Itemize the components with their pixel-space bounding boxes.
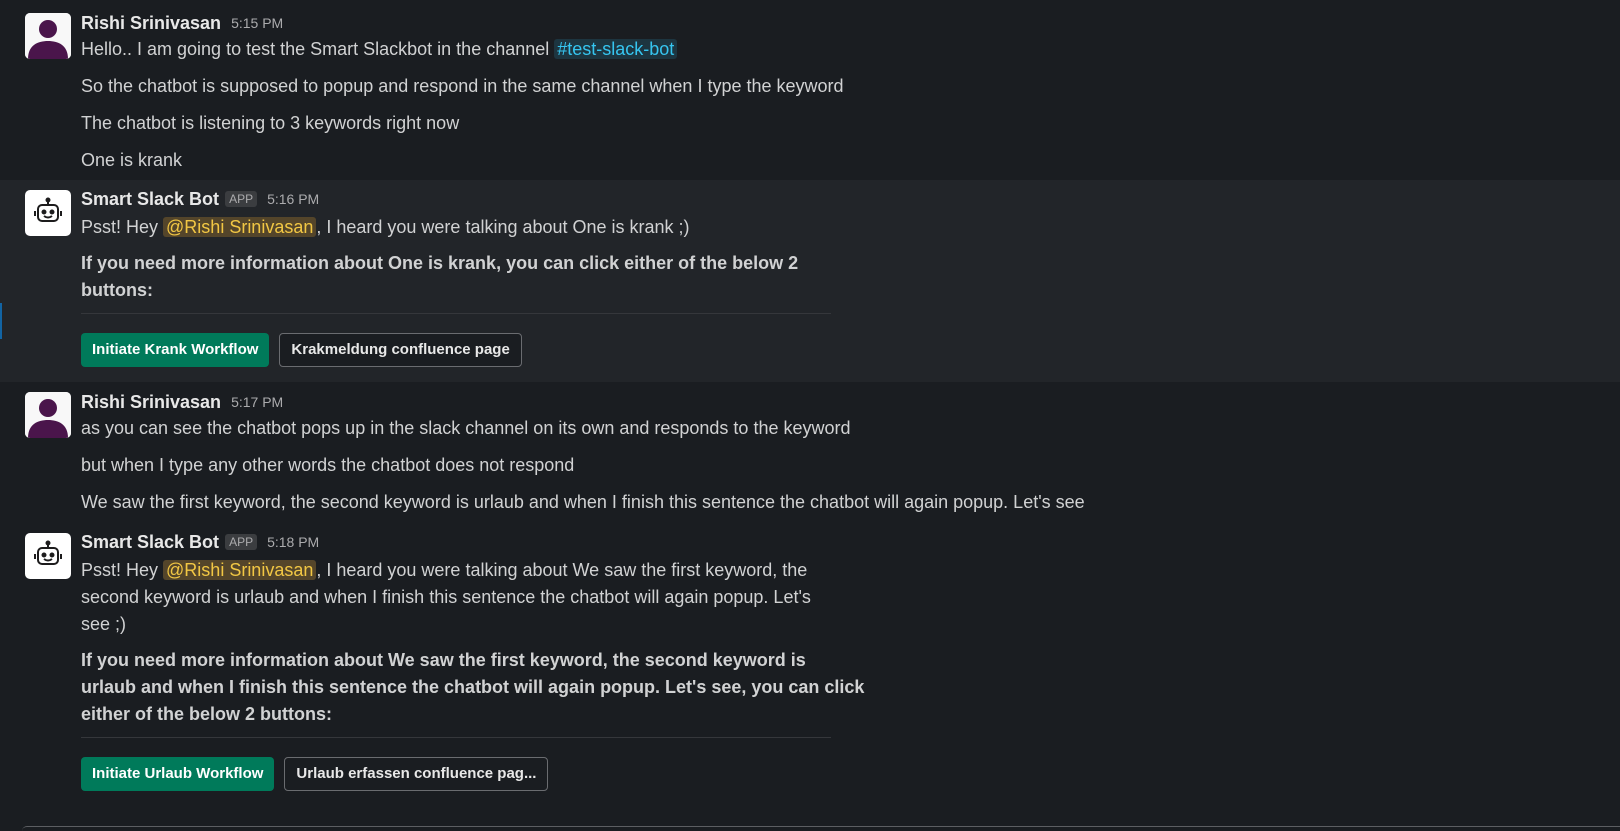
message-text: Psst! Hey: [81, 560, 164, 580]
message-line: One is krank: [81, 150, 183, 170]
message-rishi-2: Rishi Srinivasan 5:17 PM as you can see …: [0, 382, 1620, 518]
message-line: Hello.. I am going to test the Smart Sla…: [81, 36, 844, 62]
message-line: So the chatbot is supposed to popup and …: [81, 76, 844, 96]
message-line: but when I type any other words the chat…: [81, 455, 575, 475]
message-line: Psst! Hey @Rishi Srinivasan, I heard you…: [81, 214, 831, 240]
info-line: If you need more information about One i…: [81, 253, 799, 273]
initiate-urlaub-workflow-button[interactable]: Initiate Urlaub Workflow: [81, 757, 275, 791]
message-bot-2: Smart Slack Bot APP 5:18 PM Psst! Hey @R…: [0, 518, 1620, 818]
message-text: Hello.. I am going to test the Smart Sla…: [81, 39, 555, 59]
message-line: We saw the first keyword, the second key…: [81, 492, 1085, 512]
message-text: , I heard you were talking about One is …: [316, 217, 690, 237]
unread-marker: [0, 303, 2, 339]
message-line: The chatbot is listening to 3 keywords r…: [81, 113, 460, 133]
robot-icon[interactable]: [25, 533, 71, 579]
message-bot-1: Smart Slack Bot APP 5:16 PM Psst! Hey @R…: [0, 180, 1620, 382]
timestamp[interactable]: 5:17 PM: [231, 394, 283, 410]
message-text: , I heard you were talking about We saw …: [316, 560, 808, 580]
message-line: Psst! Hey @Rishi Srinivasan, I heard you…: [81, 557, 864, 583]
action-buttons: Initiate Urlaub Workflow Urlaub erfassen…: [81, 757, 864, 791]
channel-link[interactable]: #test-slack-bot: [554, 39, 678, 59]
message-header: Smart Slack Bot APP 5:16 PM: [81, 188, 831, 210]
user-mention[interactable]: @Rishi Srinivasan: [163, 217, 317, 237]
user-avatar-icon[interactable]: [25, 13, 71, 59]
author-name[interactable]: Rishi Srinivasan: [81, 13, 221, 34]
info-line: buttons:: [81, 280, 153, 300]
info-line: urlaub and when I finish this sentence t…: [81, 677, 865, 697]
user-mention[interactable]: @Rishi Srinivasan: [163, 560, 317, 580]
app-badge: APP: [225, 191, 258, 207]
message-text: Psst! Hey: [81, 217, 164, 237]
timestamp[interactable]: 5:18 PM: [267, 534, 319, 550]
timestamp[interactable]: 5:15 PM: [231, 15, 283, 31]
info-line: If you need more information about We sa…: [81, 650, 806, 670]
message-rishi-1: Rishi Srinivasan 5:15 PM Hello.. I am go…: [0, 0, 1620, 178]
message-header: Smart Slack Bot APP 5:18 PM: [81, 531, 864, 553]
user-avatar-icon[interactable]: [25, 392, 71, 438]
app-badge: APP: [225, 534, 258, 550]
author-name[interactable]: Smart Slack Bot: [81, 189, 219, 210]
info-line: either of the below 2 buttons:: [81, 704, 332, 724]
initiate-krank-workflow-button[interactable]: Initiate Krank Workflow: [81, 333, 270, 367]
action-buttons: Initiate Krank Workflow Krakmeldung conf…: [81, 333, 831, 367]
divider: [81, 737, 831, 738]
robot-icon[interactable]: [25, 190, 71, 236]
author-name[interactable]: Smart Slack Bot: [81, 532, 219, 553]
message-header: Rishi Srinivasan 5:17 PM: [81, 391, 1085, 413]
message-line: see ;): [81, 614, 127, 634]
krakmeldung-confluence-button[interactable]: Krakmeldung confluence page: [279, 333, 522, 367]
urlaub-confluence-button[interactable]: Urlaub erfassen confluence pag...: [284, 757, 549, 791]
timestamp[interactable]: 5:16 PM: [267, 191, 319, 207]
divider: [81, 313, 831, 314]
message-composer-edge[interactable]: [22, 826, 1620, 831]
message-line: as you can see the chatbot pops up in th…: [81, 418, 851, 438]
message-header: Rishi Srinivasan 5:15 PM: [81, 12, 844, 34]
author-name[interactable]: Rishi Srinivasan: [81, 392, 221, 413]
message-line: second keyword is urlaub and when I fini…: [81, 587, 811, 607]
